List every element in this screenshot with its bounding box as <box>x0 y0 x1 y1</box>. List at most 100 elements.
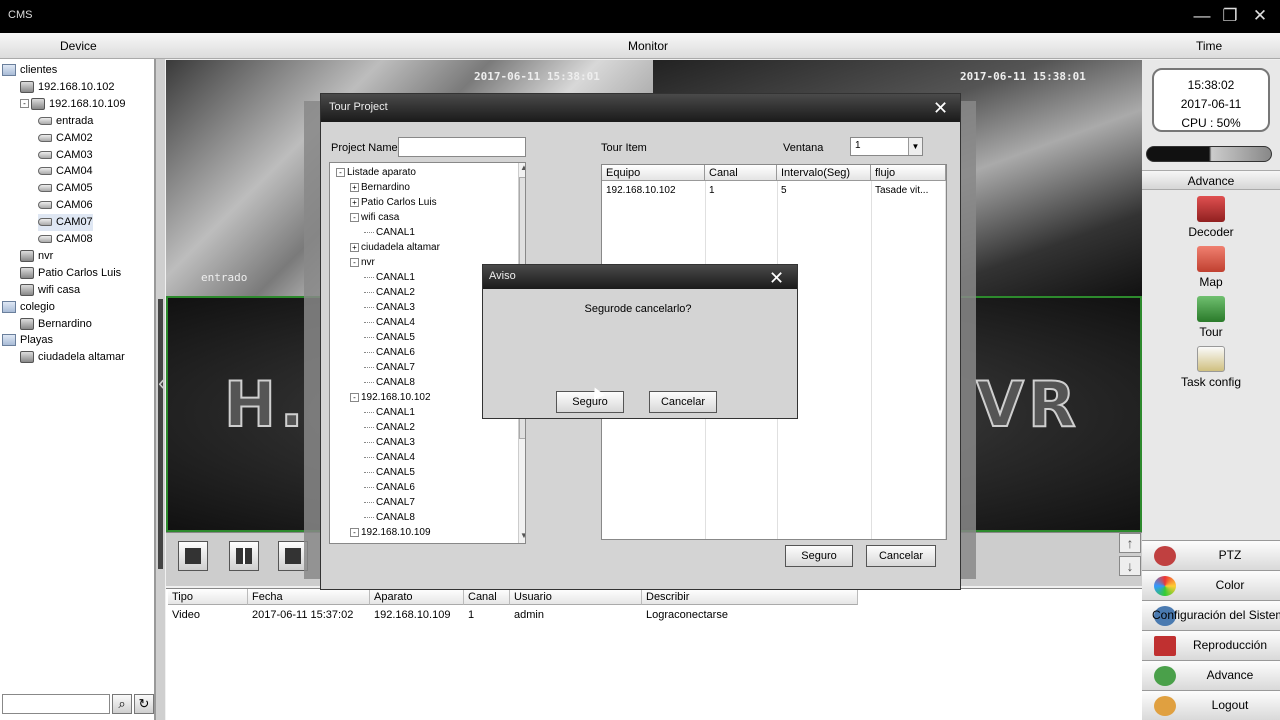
channel-tree-item[interactable]: CANAL7 <box>364 495 415 510</box>
collapse-icon[interactable]: - <box>350 257 359 267</box>
log-header-tipo[interactable]: Tipo <box>168 589 248 605</box>
minimize-button[interactable]: — <box>1192 6 1212 26</box>
device-tree-item[interactable]: colegio <box>2 299 55 316</box>
scroll-up-icon[interactable]: ↑ <box>1119 533 1141 553</box>
aviso-ok-button[interactable]: Seguro <box>556 391 624 413</box>
chevron-up-icon[interactable]: ▲ <box>520 163 525 172</box>
channel-tree-item[interactable]: CANAL3 <box>364 435 415 450</box>
channel-tree-item[interactable]: CANAL8 <box>364 375 415 390</box>
scrollbar-thumb[interactable] <box>158 299 163 569</box>
channel-tree-item[interactable]: CANAL6 <box>364 480 415 495</box>
grid-header-canal[interactable]: Canal <box>705 165 777 181</box>
dialog-title-bar[interactable]: Aviso <box>483 265 797 289</box>
playback-button[interactable]: Reproducción <box>1142 630 1280 660</box>
tour-tool[interactable]: Tour <box>1142 296 1280 339</box>
channel-tree-item[interactable]: + ciudadela altamar <box>350 240 440 255</box>
section-header: Device Monitor Time <box>0 33 1280 59</box>
tree-connector <box>364 276 374 278</box>
channel-tree-item[interactable]: CANAL4 <box>364 450 415 465</box>
device-tree-item[interactable]: wifi casa <box>20 282 80 299</box>
device-tree-item[interactable]: CAM08 <box>38 231 93 248</box>
channel-tree-item[interactable]: CANAL5 <box>364 330 415 345</box>
collapse-icon[interactable]: - <box>20 99 29 109</box>
device-tree-item[interactable]: CAM06 <box>38 197 93 214</box>
channel-tree-item[interactable]: - nvr <box>350 255 375 270</box>
log-header-canal[interactable]: Canal <box>464 589 510 605</box>
channel-tree-item[interactable]: CANAL1 <box>364 405 415 420</box>
chevron-left-icon[interactable]: ‹ <box>158 370 165 396</box>
refresh-icon[interactable]: ↻ <box>134 694 154 714</box>
channel-tree-item[interactable]: + Bernardino <box>350 180 410 195</box>
channel-tree-item[interactable]: + Patio Carlos Luis <box>350 195 437 210</box>
device-tree-item[interactable]: nvr <box>20 248 53 265</box>
map-tool[interactable]: Map <box>1142 246 1280 289</box>
layout-1x1-button[interactable] <box>178 541 208 571</box>
channel-tree-item[interactable]: CANAL2 <box>364 420 415 435</box>
expand-icon[interactable]: + <box>350 242 359 252</box>
channel-tree-item[interactable]: CANAL4 <box>364 315 415 330</box>
log-header-describir[interactable]: Describir <box>642 589 858 605</box>
channel-tree-item[interactable]: -192.168.10.102 <box>350 390 431 405</box>
device-tree-item[interactable]: clientes <box>2 62 57 79</box>
layout-2x2-button[interactable] <box>229 541 259 571</box>
log-header-usuario[interactable]: Usuario <box>510 589 642 605</box>
dialog-title-bar[interactable]: Tour Project <box>321 94 960 122</box>
channel-tree-item[interactable]: - wifi casa <box>350 210 399 225</box>
device-tree-item[interactable]: ciudadela altamar <box>20 349 125 366</box>
channel-tree-item[interactable]: CANAL7 <box>364 360 415 375</box>
ptz-button[interactable]: PTZ <box>1142 540 1280 570</box>
chevron-down-icon[interactable]: ▼ <box>520 531 525 540</box>
log-header-aparato[interactable]: Aparato <box>370 589 464 605</box>
close-icon[interactable]: ✕ <box>933 99 948 117</box>
channel-tree-item[interactable]: CANAL1 <box>364 270 415 285</box>
aviso-cancel-button[interactable]: Cancelar <box>649 391 717 413</box>
collapse-icon[interactable]: - <box>350 527 359 537</box>
device-search-input[interactable] <box>2 694 110 714</box>
decoder-tool[interactable]: Decoder <box>1142 196 1280 239</box>
device-tree-item[interactable]: CAM07 <box>38 214 93 232</box>
device-tree-item[interactable]: entrada <box>38 113 93 130</box>
channel-tree-item[interactable]: CANAL1 <box>364 225 415 240</box>
device-tree-item[interactable]: CAM04 <box>38 163 93 180</box>
tour-ok-button[interactable]: Seguro <box>785 545 853 567</box>
logout-button[interactable]: Logout <box>1142 690 1280 720</box>
channel-tree-label: CANAL1 <box>376 407 415 418</box>
scroll-down-icon[interactable]: ↓ <box>1119 556 1141 576</box>
channel-tree-item[interactable]: CANAL5 <box>364 465 415 480</box>
collapse-icon[interactable]: - <box>350 392 359 402</box>
expand-icon[interactable]: + <box>350 182 359 192</box>
tour-cancel-button[interactable]: Cancelar <box>866 545 936 567</box>
restore-button[interactable]: ❐ <box>1220 6 1240 26</box>
device-tree-item[interactable]: Patio Carlos Luis <box>20 265 121 282</box>
close-icon[interactable]: ✕ <box>769 269 784 287</box>
device-tree-item[interactable]: 192.168.10.102 <box>20 79 114 96</box>
color-button[interactable]: Color <box>1142 570 1280 600</box>
advance-button[interactable]: Advance <box>1142 660 1280 690</box>
channel-tree-item[interactable]: CANAL2 <box>364 285 415 300</box>
device-tree-item[interactable]: CAM02 <box>38 130 93 147</box>
search-icon[interactable]: ⌕ <box>112 694 132 714</box>
grid-header-flujo[interactable]: flujo <box>871 165 946 181</box>
close-button[interactable]: ✕ <box>1250 6 1270 26</box>
project-name-input[interactable] <box>398 137 526 157</box>
channel-tree-item[interactable]: CANAL8 <box>364 510 415 525</box>
device-tree-item[interactable]: Playas <box>2 332 53 349</box>
collapse-icon[interactable]: - <box>336 167 345 177</box>
channel-tree-item[interactable]: -192.168.10.109 <box>350 525 431 540</box>
ventana-select[interactable]: 1 ▼ <box>850 137 923 156</box>
device-tree-item[interactable]: CAM05 <box>38 180 93 197</box>
grid-header-equipo[interactable]: Equipo <box>602 165 705 181</box>
channel-tree-item[interactable]: CANAL3 <box>364 300 415 315</box>
system-config-button[interactable]: Configuración del Sistema <box>1142 600 1280 630</box>
log-header-fecha[interactable]: Fecha <box>248 589 370 605</box>
grid-header-intervalo[interactable]: Intervalo(Seg) <box>777 165 871 181</box>
channel-tree-item[interactable]: - Listade aparato <box>336 165 416 180</box>
device-tree-item[interactable]: - 192.168.10.109 <box>20 96 125 113</box>
device-tree-item[interactable]: CAM03 <box>38 147 93 164</box>
collapse-icon[interactable]: - <box>350 212 359 222</box>
expand-icon[interactable]: + <box>350 197 359 207</box>
task-config-tool[interactable]: Task config <box>1142 346 1280 389</box>
chevron-down-icon[interactable]: ▼ <box>908 138 922 155</box>
device-tree-item[interactable]: Bernardino <box>20 316 92 333</box>
channel-tree-item[interactable]: CANAL6 <box>364 345 415 360</box>
